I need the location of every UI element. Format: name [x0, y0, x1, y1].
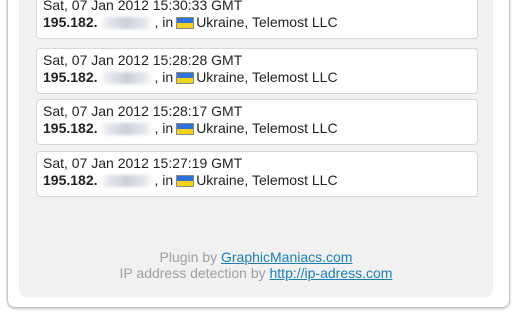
entry-timestamp: Sat, 07 Jan 2012 15:28:17 GMT — [43, 103, 243, 119]
in-label: , in — [154, 120, 174, 136]
entry-details: 195.182. , in Ukraine, Telemost LLC — [43, 14, 338, 31]
entry-timestamp: Sat, 07 Jan 2012 15:27:19 GMT — [43, 155, 243, 171]
ukraine-flag-icon — [176, 16, 195, 29]
plugin-credit: Plugin by GraphicManiacs.com — [8, 249, 504, 265]
ip-address-blurred — [98, 122, 154, 135]
entry-location: Ukraine, Telemost LLC — [196, 69, 338, 85]
ip-address-blurred — [98, 71, 154, 84]
ukraine-flag-icon — [176, 174, 195, 187]
ip-address-blurred — [98, 16, 154, 29]
entry-details: 195.182. , in Ukraine, Telemost LLC — [43, 172, 338, 189]
entry-details: 195.182. , in Ukraine, Telemost LLC — [43, 120, 338, 137]
entry-location: Ukraine, Telemost LLC — [196, 120, 338, 136]
visitor-entry: Sat, 07 Jan 2012 15:30:33 GMT 195.182. ,… — [36, 0, 478, 39]
ip-detection-credit: IP address detection by http://ip-adress… — [8, 265, 504, 281]
ip-address-blurred — [98, 174, 154, 187]
entry-location: Ukraine, Telemost LLC — [196, 172, 338, 188]
entry-details: 195.182. , in Ukraine, Telemost LLC — [43, 69, 338, 86]
in-label: , in — [154, 69, 174, 85]
ip-address-prefix: 195.182. — [43, 120, 98, 136]
in-label: , in — [154, 172, 174, 188]
visitor-entry: Sat, 07 Jan 2012 15:27:19 GMT 195.182. ,… — [36, 151, 478, 197]
visitor-entry: Sat, 07 Jan 2012 15:28:28 GMT 195.182. ,… — [36, 48, 478, 94]
plugin-credit-label: Plugin by — [159, 249, 221, 265]
graphicmaniacs-link[interactable]: GraphicManiacs.com — [221, 249, 353, 265]
ip-adress-link[interactable]: http://ip-adress.com — [270, 265, 393, 281]
in-label: , in — [154, 14, 174, 30]
entry-location: Ukraine, Telemost LLC — [196, 14, 338, 30]
entry-timestamp: Sat, 07 Jan 2012 15:30:33 GMT — [43, 0, 243, 13]
ukraine-flag-icon — [176, 71, 195, 84]
ukraine-flag-icon — [176, 122, 195, 135]
ip-address-prefix: 195.182. — [43, 69, 98, 85]
visitor-entry: Sat, 07 Jan 2012 15:28:17 GMT 195.182. ,… — [36, 99, 478, 145]
ip-detection-credit-label: IP address detection by — [119, 265, 270, 281]
ip-address-prefix: 195.182. — [43, 172, 98, 188]
entry-timestamp: Sat, 07 Jan 2012 15:28:28 GMT — [43, 52, 243, 68]
ip-address-prefix: 195.182. — [43, 14, 98, 30]
